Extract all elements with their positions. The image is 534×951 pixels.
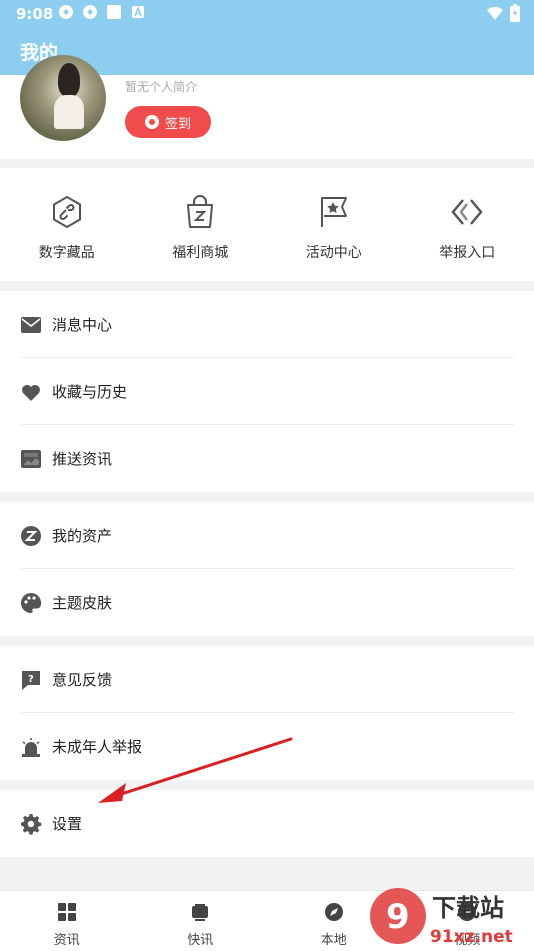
feedback-icon: ? (20, 669, 42, 691)
status-bar: 9:08 (0, 0, 534, 28)
status-system-icons (486, 4, 520, 26)
tab-news[interactable]: 资讯 (0, 891, 134, 951)
menu-group-4: 设置 (0, 790, 534, 857)
menu-group-3: ? 意见反馈 未成年人举报 (0, 646, 534, 780)
tab-label: 资讯 (54, 929, 80, 948)
push-icon (20, 448, 42, 470)
tab-video[interactable]: 视频 (401, 891, 534, 951)
shortcut-label: 福利商城 (172, 242, 228, 262)
menu-item-label: 我的资产 (52, 525, 112, 546)
menu-item-label: 意见反馈 (52, 669, 112, 690)
menu-item-label: 消息中心 (52, 314, 112, 335)
profile-card: 暂无个人简介 签到 (0, 75, 534, 159)
shortcut-activity-center[interactable]: 活动中心 (267, 168, 401, 281)
app-notification-icon (58, 4, 74, 20)
gear-icon (20, 813, 42, 835)
shortcut-report-entry[interactable]: 举报入口 (401, 168, 534, 281)
profile-bio[interactable]: 暂无个人简介 (125, 78, 197, 95)
status-time: 9:08 (16, 5, 53, 23)
tab-label: 快讯 (187, 929, 213, 948)
asset-coin-icon (20, 525, 42, 547)
tab-label: 本地 (321, 929, 347, 948)
menu-item-my-assets[interactable]: 我的资产 (0, 502, 534, 569)
envelope-icon (20, 314, 42, 336)
shortcut-grid: 数字藏品 福利商城 活动中心 举报入口 (0, 168, 534, 281)
avatar[interactable] (20, 55, 106, 141)
bottom-tab-bar: 资讯 快讯 本地 视频 (0, 890, 534, 951)
play-icon (456, 901, 478, 923)
a-notification-icon (130, 4, 146, 20)
menu-item-label: 设置 (52, 813, 82, 834)
tab-label: 视频 (454, 929, 480, 948)
palette-icon (20, 592, 42, 614)
alarm-icon (20, 736, 42, 758)
grid-icon (56, 901, 78, 923)
signin-button[interactable]: 签到 (125, 106, 211, 138)
menu-item-theme-skin[interactable]: 主题皮肤 (0, 569, 534, 636)
menu-item-label: 收藏与历史 (52, 381, 127, 402)
shortcut-label: 活动中心 (306, 242, 362, 262)
app-notification-icon (82, 4, 98, 20)
wifi-icon (486, 5, 504, 25)
heart-icon (20, 381, 42, 403)
menu-item-label: 主题皮肤 (52, 592, 112, 613)
menu-item-message-center[interactable]: 消息中心 (0, 291, 534, 358)
menu-item-label: 未成年人举报 (52, 736, 142, 757)
menu-item-settings[interactable]: 设置 (0, 790, 534, 857)
menu-group-1: 消息中心 收藏与历史 推送资讯 (0, 291, 534, 492)
tv-icon (189, 901, 211, 923)
menu-group-2: 我的资产 主题皮肤 (0, 502, 534, 636)
shortcut-digital-collectibles[interactable]: 数字藏品 (0, 168, 134, 281)
shopping-bag-icon (182, 194, 218, 230)
signin-label: 签到 (165, 113, 191, 132)
menu-item-label: 推送资讯 (52, 448, 112, 469)
tab-flash[interactable]: 快讯 (134, 891, 268, 951)
shortcut-label: 举报入口 (439, 242, 495, 262)
square-notification-icon (106, 4, 122, 20)
tab-local[interactable]: 本地 (267, 891, 401, 951)
menu-item-push-news[interactable]: 推送资讯 (0, 425, 534, 492)
star-flag-icon (316, 194, 352, 230)
battery-icon (510, 4, 520, 26)
compass-icon (323, 901, 345, 923)
shortcut-label: 数字藏品 (39, 242, 95, 262)
menu-item-favorites-history[interactable]: 收藏与历史 (0, 358, 534, 425)
status-notification-icons (58, 4, 146, 20)
shortcut-welfare-mall[interactable]: 福利商城 (134, 168, 268, 281)
signin-icon (145, 115, 159, 129)
diamond-report-icon (449, 194, 485, 230)
menu-item-feedback[interactable]: ? 意见反馈 (0, 646, 534, 713)
menu-item-minor-report[interactable]: 未成年人举报 (0, 713, 534, 780)
hexagon-link-icon (49, 194, 85, 230)
svg-text:?: ? (28, 674, 34, 685)
